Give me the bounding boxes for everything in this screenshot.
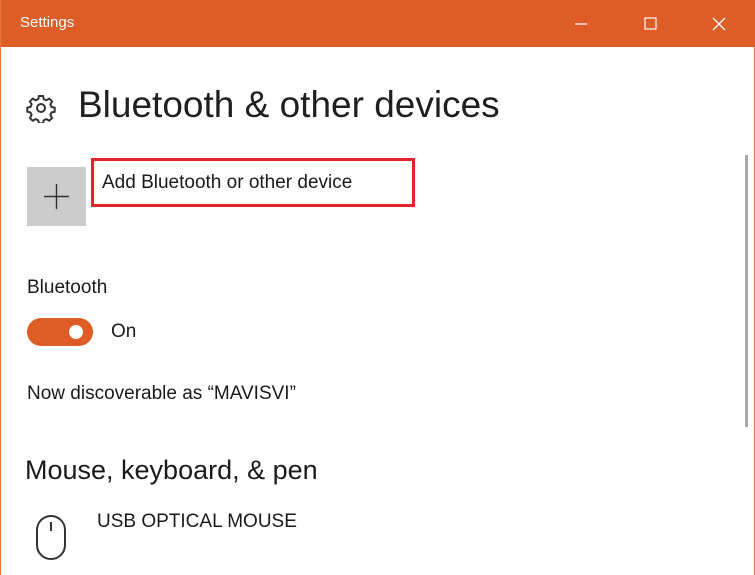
maximize-button[interactable] bbox=[627, 0, 673, 47]
gear-icon bbox=[26, 95, 56, 123]
highlight-box bbox=[91, 158, 415, 207]
toggle-state-label: On bbox=[111, 321, 137, 342]
window-title: Settings bbox=[20, 14, 75, 31]
scrollbar[interactable] bbox=[745, 155, 748, 427]
plus-icon bbox=[44, 184, 69, 209]
mouse-icon bbox=[36, 515, 66, 560]
toggle-knob bbox=[69, 325, 83, 339]
close-button[interactable] bbox=[696, 0, 742, 47]
settings-window: Settings Bluetooth & other devices Add B… bbox=[0, 0, 755, 575]
bluetooth-label: Bluetooth bbox=[27, 277, 108, 298]
minimize-button[interactable] bbox=[558, 0, 604, 47]
minimize-icon bbox=[575, 23, 587, 25]
maximize-icon bbox=[644, 17, 657, 30]
page-title: Bluetooth & other devices bbox=[78, 84, 500, 125]
section-heading: Mouse, keyboard, & pen bbox=[25, 455, 318, 485]
device-item-name[interactable]: USB OPTICAL MOUSE bbox=[97, 511, 297, 533]
discoverable-status: Now discoverable as “MAVISVI” bbox=[27, 383, 296, 404]
bluetooth-toggle[interactable] bbox=[27, 318, 93, 346]
close-icon bbox=[712, 17, 726, 31]
add-device-button[interactable] bbox=[27, 167, 86, 226]
title-bar: Settings bbox=[1, 0, 755, 47]
